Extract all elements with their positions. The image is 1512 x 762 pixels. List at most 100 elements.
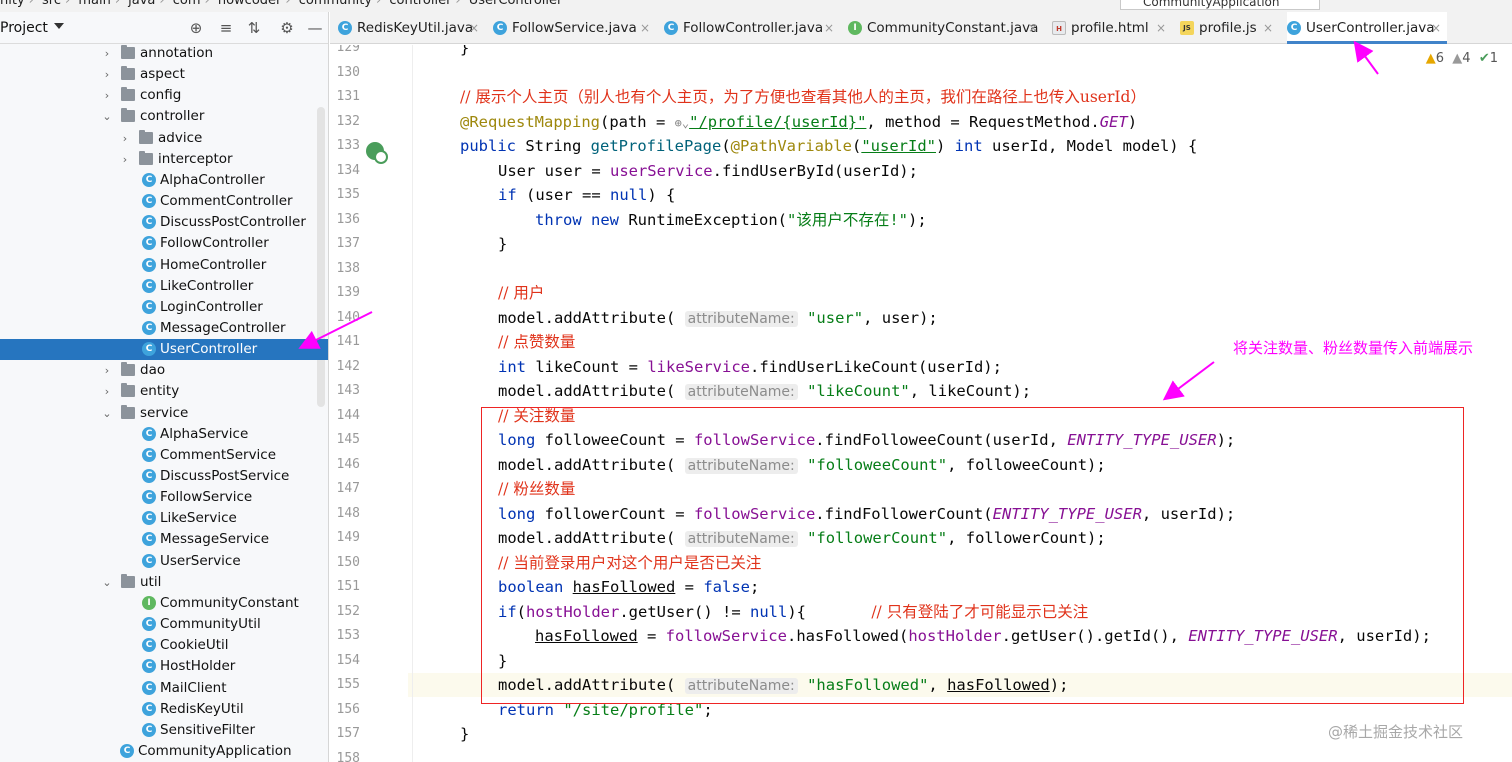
tree-file[interactable]: C DiscussPostController bbox=[0, 212, 328, 233]
chevron-right-icon[interactable]: › bbox=[102, 360, 112, 381]
tree-folder[interactable]: › aspect bbox=[0, 64, 328, 85]
line-number: 140 bbox=[336, 309, 360, 325]
tree-file[interactable]: C UserService bbox=[0, 551, 328, 572]
folder-icon bbox=[121, 108, 135, 123]
line-number: 157 bbox=[336, 726, 360, 741]
tree-file[interactable]: C MessageService bbox=[0, 529, 328, 550]
chevron-down-icon[interactable]: ⌄ bbox=[102, 106, 112, 127]
tree-folder[interactable]: ⌄ util bbox=[0, 572, 328, 593]
line-number: 156 bbox=[336, 701, 360, 717]
tree-file[interactable]: C CommentController bbox=[0, 191, 328, 212]
tree-file[interactable]: C AlphaController bbox=[0, 170, 328, 191]
close-icon[interactable]: × bbox=[640, 12, 650, 44]
tree-folder[interactable]: ⌄ controller bbox=[0, 106, 328, 127]
code-editor[interactable]: 129 130 131 132 133 134 135 136 137 138 139 140 141 1… bbox=[330, 45, 1512, 762]
breadcrumb-item[interactable]: main bbox=[78, 0, 110, 8]
breadcrumb-item[interactable]: controller bbox=[389, 0, 451, 8]
chevron-right-icon[interactable]: › bbox=[102, 381, 112, 402]
tree-file[interactable]: C FollowController bbox=[0, 233, 328, 254]
class-icon: C bbox=[142, 172, 156, 187]
tree-folder[interactable]: › dao bbox=[0, 360, 328, 381]
close-icon[interactable]: × bbox=[1263, 12, 1273, 44]
breadcrumb-item[interactable]: nowcoder bbox=[218, 0, 282, 8]
tree-file[interactable]: C FollowService bbox=[0, 487, 328, 508]
tree-file[interactable]: I CommunityConstant bbox=[0, 593, 328, 614]
tree-item-label: CookieUtil bbox=[160, 637, 229, 654]
tree-folder[interactable]: › advice bbox=[0, 128, 328, 149]
breadcrumb-item[interactable]: UserController bbox=[469, 0, 563, 8]
web-mapping-gutter-icon[interactable] bbox=[366, 142, 388, 164]
chevron-down-icon[interactable]: ⌄ bbox=[102, 403, 112, 424]
folder-icon bbox=[121, 383, 135, 398]
tree-file[interactable]: C LikeController bbox=[0, 276, 328, 297]
tree-item-label: MessageController bbox=[160, 319, 286, 336]
editor-tab[interactable]: C RedisKeyUtil.java × bbox=[338, 12, 485, 44]
class-icon: C bbox=[142, 638, 156, 653]
warning-icon: ▲ bbox=[1425, 51, 1436, 66]
chevron-right-icon[interactable]: › bbox=[120, 128, 130, 149]
chevron-right-icon[interactable]: › bbox=[102, 43, 112, 64]
close-icon[interactable]: × bbox=[824, 12, 834, 44]
tree-file[interactable]: C RedisKeyUtil bbox=[0, 699, 328, 720]
tree-item-label: MailClient bbox=[160, 679, 227, 696]
tree-file[interactable]: C CookieUtil bbox=[0, 635, 328, 656]
line-number: 142 bbox=[336, 358, 360, 374]
typo-count: 1 bbox=[1489, 51, 1498, 66]
run-config-select[interactable]: CommunityApplication bbox=[1120, 0, 1320, 10]
tree-item-label: interceptor bbox=[158, 150, 233, 167]
close-icon[interactable]: × bbox=[1156, 12, 1166, 44]
close-icon[interactable]: × bbox=[1028, 12, 1038, 44]
js-file-icon: JS bbox=[1180, 21, 1194, 35]
tree-file[interactable]: C AlphaService bbox=[0, 424, 328, 445]
editor-tab[interactable]: C FollowService.java × bbox=[493, 12, 656, 44]
hide-panel-icon[interactable]: — bbox=[305, 18, 325, 38]
project-panel-title[interactable]: Project bbox=[0, 20, 48, 36]
tree-file[interactable]: C CommunityUtil bbox=[0, 614, 328, 635]
breadcrumb-item[interactable]: java bbox=[128, 0, 155, 8]
locate-icon[interactable]: ⊕ bbox=[186, 18, 206, 38]
tree-file[interactable]: C LoginController bbox=[0, 297, 328, 318]
editor-tab[interactable]: JS profile.js × bbox=[1180, 12, 1279, 44]
tree-folder[interactable]: › entity bbox=[0, 381, 328, 402]
tree-file[interactable]: C CommunityApplication bbox=[0, 741, 328, 762]
tree-file[interactable]: C MailClient bbox=[0, 678, 328, 699]
chevron-down-icon[interactable] bbox=[54, 23, 64, 29]
tree-file[interactable]: C LikeService bbox=[0, 508, 328, 529]
chevron-right-icon[interactable]: › bbox=[102, 64, 112, 85]
close-icon[interactable]: × bbox=[469, 12, 479, 44]
watermark: @稀土掘金技术社区 bbox=[1328, 723, 1464, 741]
gear-icon[interactable]: ⚙ bbox=[277, 18, 297, 38]
tree-folder[interactable]: › annotation bbox=[0, 43, 328, 64]
tree-file[interactable]: C UserController bbox=[0, 339, 328, 361]
breadcrumb-item[interactable]: community bbox=[299, 0, 372, 8]
editor-tab[interactable]: Hprofile.html × bbox=[1052, 12, 1172, 44]
breadcrumb-item[interactable]: nity bbox=[0, 0, 25, 8]
editor-tab[interactable]: C FollowController.java × bbox=[664, 12, 840, 44]
editor-tab[interactable]: C UserController.java × bbox=[1287, 12, 1447, 44]
folder-icon bbox=[121, 66, 135, 81]
tree-file[interactable]: C HostHolder bbox=[0, 656, 328, 677]
chevron-right-icon[interactable]: › bbox=[102, 85, 112, 106]
tree-folder[interactable]: › interceptor bbox=[0, 149, 328, 170]
expand-all-icon[interactable]: ≡ bbox=[216, 18, 236, 38]
inspection-widget[interactable]: ▲6 ▲4 ✔1 bbox=[1426, 51, 1498, 66]
tree-file[interactable]: C MessageController bbox=[0, 318, 328, 339]
code-line: // 用户 bbox=[498, 284, 545, 302]
editor-tab[interactable]: I CommunityConstant.java × bbox=[848, 12, 1044, 44]
tree-file[interactable]: C DiscussPostService bbox=[0, 466, 328, 487]
globe-icon[interactable]: ⊕⌄ bbox=[675, 116, 689, 130]
tree-folder[interactable]: ⌄ service bbox=[0, 403, 328, 424]
class-icon: C bbox=[142, 680, 156, 695]
tree-file[interactable]: C HomeController bbox=[0, 255, 328, 276]
collapse-all-icon[interactable]: ⇅ bbox=[244, 18, 264, 38]
tree-folder[interactable]: › config bbox=[0, 85, 328, 106]
chevron-right-icon[interactable]: › bbox=[120, 149, 130, 170]
class-icon: C bbox=[142, 278, 156, 293]
chevron-down-icon[interactable]: ⌄ bbox=[102, 572, 112, 593]
code-line: model.addAttribute( attributeName: "like… bbox=[498, 382, 1032, 400]
close-icon[interactable]: × bbox=[1431, 12, 1441, 44]
tree-file[interactable]: C SensitiveFilter bbox=[0, 720, 328, 741]
tree-file[interactable]: C CommentService bbox=[0, 445, 328, 466]
breadcrumb-item[interactable]: src bbox=[42, 0, 61, 8]
breadcrumb-item[interactable]: com bbox=[173, 0, 201, 8]
